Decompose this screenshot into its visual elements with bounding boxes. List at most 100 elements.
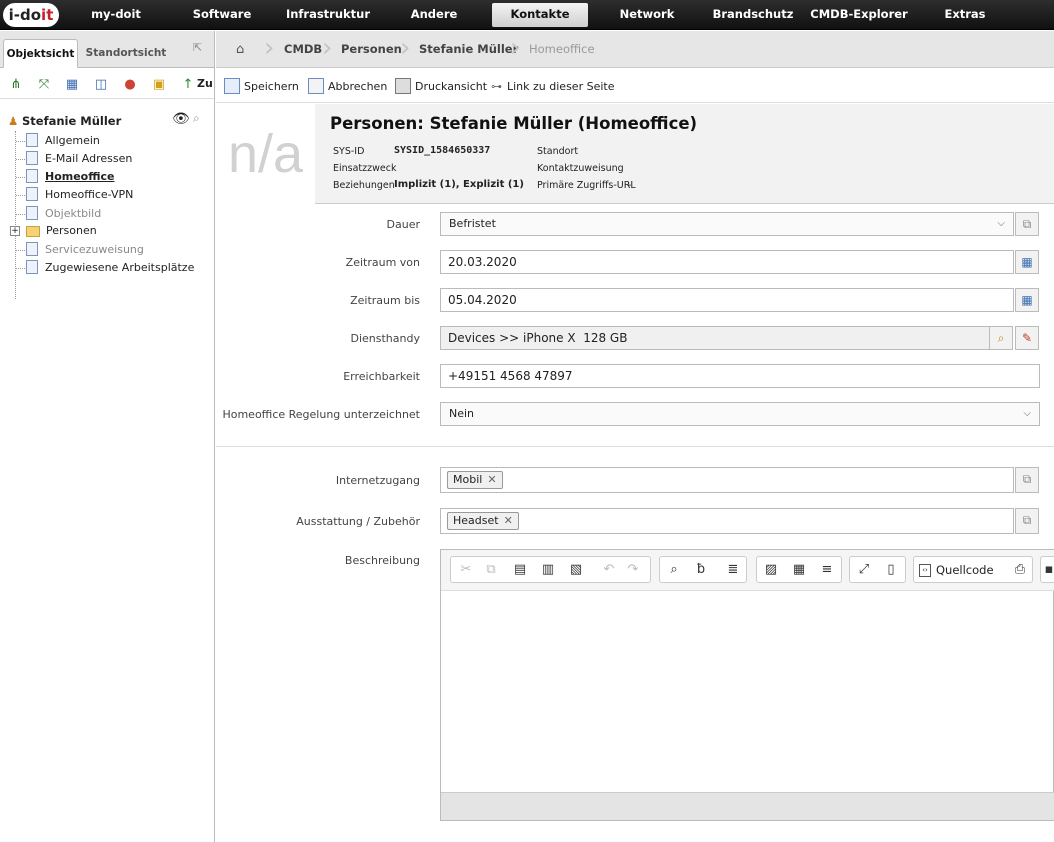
find-icon[interactable]: ⌕ — [664, 560, 684, 580]
home-icon[interactable]: ⌂ — [236, 42, 244, 57]
search-icon[interactable]: ⌕ — [989, 326, 1013, 350]
tree-item-zugewiesene-arbeitsplaetze[interactable]: Zugewiesene Arbeitsplätze — [26, 259, 194, 277]
breadcrumb-personen[interactable]: Personen — [341, 31, 402, 68]
zeitraum-von-input[interactable]: 20.03.2020 — [440, 250, 1014, 274]
expand-toggle[interactable]: + — [10, 226, 20, 236]
show-blocks-icon[interactable]: ▯ — [881, 560, 901, 580]
editor-group-insert: ▨ ▦ ≡ — [756, 556, 842, 583]
nav-network[interactable]: Network — [612, 0, 682, 30]
cancel-button[interactable]: Abbrechen — [308, 78, 387, 96]
search-icon[interactable]: ⌕ — [193, 111, 200, 126]
calendar-icon[interactable]: ▦ — [1015, 288, 1039, 312]
diensthandy-label: Diensthandy — [350, 332, 421, 345]
copy-icon[interactable]: ⧉ — [481, 560, 501, 580]
tree-structure-icon[interactable]: ⋔ — [8, 77, 24, 93]
regelung-label: Homeoffice Regelung unterzeichnet — [222, 408, 420, 421]
nav-extras[interactable]: Extras — [936, 0, 994, 30]
tree-connector — [16, 159, 25, 160]
dauer-select[interactable]: Befristet ⌵ — [440, 212, 1014, 236]
page-title: Personen: Stefanie Müller (Homeoffice) — [330, 114, 698, 133]
left-tabs: Objektsicht Standortsicht ⇱ — [0, 31, 214, 68]
maximize-icon[interactable]: ⤢ — [854, 560, 874, 580]
tree-item-objektbild[interactable]: Objektbild — [26, 205, 101, 223]
paste-text-icon[interactable]: ▥ — [538, 560, 558, 580]
nav-my-doit[interactable]: my-doit — [80, 0, 152, 30]
source-code-button[interactable]: ‹› Quellcode — [919, 561, 994, 579]
tree-item-homeoffice[interactable]: Homeoffice — [26, 168, 115, 186]
regelung-select[interactable]: Nein ⌵ — [440, 402, 1040, 426]
nav-software[interactable]: Software — [186, 0, 258, 30]
lock-icon[interactable]: ▣ — [151, 77, 167, 93]
detach-icon[interactable]: ✎ — [1015, 326, 1039, 350]
format-icon[interactable]: ≣ — [723, 560, 743, 580]
eye-icon[interactable]: 👁 — [172, 111, 190, 127]
diensthandy-input[interactable]: Devices >> iPhone X 128 GB — [440, 326, 990, 350]
remove-tag-icon[interactable]: ✕ — [487, 473, 496, 486]
erreichbarkeit-input[interactable]: +49151 4568 47897 — [440, 364, 1040, 388]
nav-infrastruktur[interactable]: Infrastruktur — [280, 0, 376, 30]
redo-icon[interactable]: ↷ — [623, 560, 643, 580]
calendar-icon[interactable]: ▦ — [64, 77, 80, 93]
chevron-down-icon: ⌵ — [1023, 408, 1031, 419]
tree-item-email-adressen[interactable]: E-Mail Adressen — [26, 150, 132, 168]
page-icon — [26, 169, 38, 183]
image-icon[interactable]: ▨ — [761, 560, 781, 580]
copy-icon[interactable]: ⧉ — [1015, 508, 1039, 534]
cut-icon[interactable]: ✂ — [456, 560, 476, 580]
tree-toolbar-label: Zu — [197, 77, 213, 90]
kontaktzuweisung-label: Kontaktzuweisung — [537, 163, 624, 174]
arrow-up-icon[interactable]: ↑ — [180, 77, 196, 93]
copy-icon[interactable]: ⧉ — [1015, 212, 1039, 236]
breadcrumb-cmdb[interactable]: CMDB — [284, 31, 322, 68]
printer-icon — [395, 78, 411, 94]
paste-word-icon[interactable]: ▧ — [566, 560, 586, 580]
save-button[interactable]: Speichern — [224, 78, 299, 96]
internetzugang-input[interactable]: Mobil ✕ — [440, 467, 1014, 493]
tree-item-label: Homeoffice-VPN — [45, 188, 134, 201]
tree-toolbar: ⋔ ⤧ ▦ ◫ ● ▣ ↑ Zu — [0, 69, 214, 99]
breadcrumb-person[interactable]: Stefanie Müller — [419, 31, 518, 68]
tab-standortsicht[interactable]: Standortsicht — [84, 39, 168, 68]
breadcrumb: ⌂ › CMDB › Personen › Stefanie Müller › … — [216, 31, 1054, 68]
rich-text-editor[interactable]: ✂ ⧉ ▤ ▥ ▧ ↶ ↷ ⌕ ƀ ≣ ▨ ▦ ≡ ⤢ ▯ ‹› Quellco… — [440, 549, 1054, 821]
ausstattung-input[interactable]: Headset ✕ — [440, 508, 1014, 534]
save-icon — [224, 78, 240, 94]
nav-andere[interactable]: Andere — [400, 0, 468, 30]
page-icon — [26, 133, 38, 147]
tree-item-homeoffice-vpn[interactable]: Homeoffice-VPN — [26, 186, 133, 204]
idoit-logo[interactable]: i-doit — [3, 3, 59, 27]
replace-icon[interactable]: ƀ — [691, 560, 711, 580]
nav-kontakte[interactable]: Kontakte — [492, 3, 588, 27]
tab-objektsicht[interactable]: Objektsicht — [3, 39, 78, 68]
tag-label: Headset — [453, 514, 499, 527]
more-icon[interactable]: ▪ — [1042, 560, 1054, 580]
nav-cmdb-explorer[interactable]: CMDB-Explorer — [810, 0, 908, 30]
remove-tag-icon[interactable]: ✕ — [504, 514, 513, 527]
tree-item-allgemein[interactable]: Allgemein — [26, 132, 100, 150]
print-icon[interactable]: ⎙ — [1010, 560, 1030, 580]
copy-icon[interactable]: ⧉ — [1015, 467, 1039, 493]
page-icon — [26, 206, 38, 220]
tree-root[interactable]: ♟ Stefanie Müller — [8, 114, 121, 128]
undo-icon[interactable]: ↶ — [599, 560, 619, 580]
calendar-icon[interactable]: ▦ — [1015, 250, 1039, 274]
expand-icon[interactable]: ⤧ — [36, 77, 52, 93]
source-code-label: Quellcode — [936, 563, 994, 577]
horizontal-line-icon[interactable]: ≡ — [817, 560, 837, 580]
zeitraum-von-label: Zeitraum von — [345, 256, 420, 269]
breadcrumb-separator: › — [322, 33, 333, 63]
paste-icon[interactable]: ▤ — [510, 560, 530, 580]
zeitraum-bis-input[interactable]: 05.04.2020 — [440, 288, 1014, 312]
tree-item-personen[interactable]: Personen — [26, 222, 97, 240]
nav-brandschutz[interactable]: Brandschutz — [710, 0, 796, 30]
popout-icon[interactable]: ⇱ — [193, 41, 202, 54]
table-icon[interactable]: ▦ — [789, 560, 809, 580]
book-icon[interactable]: ◫ — [93, 77, 109, 93]
tree-item-servicezuweisung[interactable]: Servicezuweisung — [26, 241, 144, 259]
page-link-button[interactable]: ⊶ Link zu dieser Seite — [491, 78, 614, 96]
beziehungen-value[interactable]: Implizit (1), Explizit (1) — [394, 179, 524, 190]
globe-icon[interactable]: ● — [122, 77, 138, 93]
breadcrumb-separator: › — [400, 33, 411, 63]
page-icon — [26, 151, 38, 165]
print-view-button[interactable]: Druckansicht — [395, 78, 487, 96]
